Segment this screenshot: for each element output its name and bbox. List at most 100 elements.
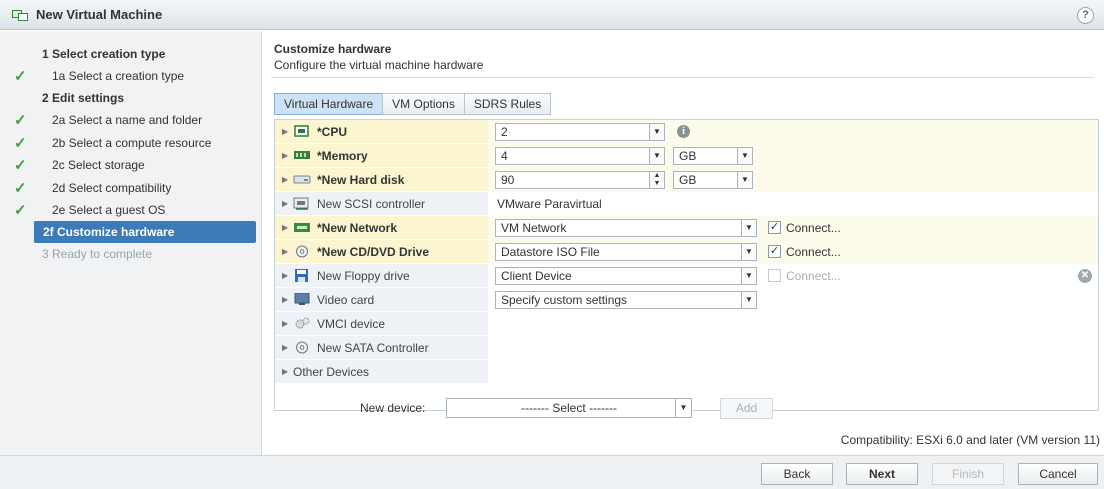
step-label: 1a Select a creation type — [52, 69, 185, 83]
step-2c-select-storage[interactable]: ✓ 2c Select storage — [0, 154, 262, 176]
network-connect-checkbox[interactable]: ✓ — [768, 221, 781, 234]
hw-row-header[interactable]: ▶ New SATA Controller — [275, 336, 488, 360]
cd-dvd-source-select[interactable]: Datastore ISO File ▼ — [495, 243, 757, 261]
hw-row-header[interactable]: ▶ *Memory — [275, 144, 488, 168]
hw-row-header[interactable]: ▶ Video card — [275, 288, 488, 312]
hw-row-cpu: ▶ *CPU 2 ▼ i — [275, 120, 1098, 144]
floppy-source-select[interactable]: Client Device ▼ — [495, 267, 757, 285]
memory-unit-select[interactable]: GB ▼ — [673, 147, 753, 165]
chevron-down-icon[interactable]: ▼ — [649, 148, 664, 164]
tab-sdrs-rules[interactable]: SDRS Rules — [463, 93, 552, 115]
chevron-down-icon[interactable]: ▼ — [741, 268, 756, 284]
chevron-down-icon[interactable]: ▼ — [675, 399, 691, 417]
step-2f-customize-hardware[interactable]: 2f Customize hardware — [34, 221, 256, 243]
hw-row-video-card: ▶ Video card Specify custom settings ▼ — [275, 288, 1098, 312]
monitor-icon — [293, 292, 311, 306]
hw-row-header[interactable]: ▶ *New CD/DVD Drive — [275, 240, 488, 264]
disk-size-stepper[interactable]: 90 ▲ ▼ — [495, 171, 665, 189]
hw-value-cell: Datastore ISO File ▼ ✓ Connect... — [488, 240, 1098, 264]
expand-arrow-icon[interactable]: ▶ — [275, 127, 289, 136]
chevron-down-icon[interactable]: ▼ — [737, 148, 752, 164]
hw-row-cd-dvd: ▶ *New CD/DVD Drive Datastore ISO File ▼… — [275, 240, 1098, 264]
checkmark-icon: ✓ — [14, 112, 27, 129]
step-2b-select-compute-resource[interactable]: ✓ 2b Select a compute resource — [0, 132, 262, 154]
step-2-edit-settings: 2 Edit settings — [0, 87, 262, 109]
chevron-down-icon[interactable]: ▼ — [741, 244, 756, 260]
hw-row-scsi-controller: ▶ New SCSI controller VMware Paravirtual — [275, 192, 1098, 216]
help-icon[interactable]: ? — [1077, 7, 1094, 24]
info-icon[interactable]: i — [677, 125, 690, 138]
cpu-count-select[interactable]: 2 ▼ — [495, 123, 665, 141]
virtual-hardware-table: ▶ *CPU 2 ▼ i ▶ *Memory 4 ▼ GB ▼ ▶ *New H… — [274, 119, 1099, 411]
add-device-button[interactable]: Add — [720, 398, 773, 419]
hw-value-cell: 4 ▼ GB ▼ — [488, 144, 1098, 168]
hw-name: VMCI device — [317, 316, 386, 331]
hw-value-cell — [488, 312, 1098, 336]
step-1a-select-creation-type[interactable]: ✓ 1a Select a creation type — [0, 65, 262, 87]
expand-arrow-icon[interactable]: ▶ — [275, 199, 289, 208]
hard-disk-icon — [293, 173, 311, 186]
floppy-icon — [293, 269, 311, 282]
step-label: 3 Ready to complete — [42, 247, 153, 261]
finish-button[interactable]: Finish — [932, 463, 1004, 485]
new-device-bar: New device: ------- Select ------- ▼ Add — [263, 397, 1104, 421]
next-button[interactable]: Next — [846, 463, 918, 485]
hw-row-header[interactable]: ▶ Other Devices — [275, 360, 488, 384]
expand-arrow-icon[interactable]: ▶ — [275, 295, 289, 304]
expand-arrow-icon[interactable]: ▶ — [275, 319, 289, 328]
page-title: Customize hardware — [274, 42, 392, 56]
chevron-down-icon[interactable]: ▼ — [741, 292, 756, 308]
cpu-icon — [293, 125, 311, 138]
hw-row-header[interactable]: ▶ *New Hard disk — [275, 168, 488, 192]
step-1-select-creation-type: 1 Select creation type — [0, 43, 262, 65]
memory-size-select[interactable]: 4 ▼ — [495, 147, 665, 165]
step-2e-select-guest-os[interactable]: ✓ 2e Select a guest OS — [0, 199, 262, 221]
memory-icon — [293, 149, 311, 162]
step-2a-select-name-folder[interactable]: ✓ 2a Select a name and folder — [0, 109, 262, 131]
stepper-value: 90 — [501, 173, 515, 187]
remove-device-icon[interactable]: ✕ — [1078, 269, 1092, 283]
chevron-down-icon[interactable]: ▼ — [741, 220, 756, 236]
hw-row-header[interactable]: ▶ *CPU — [275, 120, 488, 144]
chevron-down-icon[interactable]: ▼ — [737, 172, 752, 188]
expand-arrow-icon[interactable]: ▶ — [275, 343, 289, 352]
step-label: 2a Select a name and folder — [52, 113, 203, 127]
sata-controller-icon — [293, 341, 311, 354]
disk-unit-select[interactable]: GB ▼ — [673, 171, 753, 189]
hw-row-header[interactable]: ▶ New SCSI controller — [275, 192, 488, 216]
cancel-button[interactable]: Cancel — [1018, 463, 1098, 485]
network-select[interactable]: VM Network ▼ — [495, 219, 757, 237]
back-button[interactable]: Back — [761, 463, 833, 485]
expand-arrow-icon[interactable]: ▶ — [275, 271, 289, 280]
hw-row-header[interactable]: ▶ *New Network — [275, 216, 488, 240]
hw-row-header[interactable]: ▶ New Floppy drive — [275, 264, 488, 288]
expand-arrow-icon[interactable]: ▶ — [275, 367, 289, 376]
expand-arrow-icon[interactable]: ▶ — [275, 223, 289, 232]
expand-arrow-icon[interactable]: ▶ — [275, 175, 289, 184]
cd-dvd-connect-checkbox[interactable]: ✓ — [768, 245, 781, 258]
select-value: GB — [679, 149, 697, 163]
select-value: Specify custom settings — [501, 293, 628, 307]
tab-virtual-hardware[interactable]: Virtual Hardware — [274, 93, 383, 115]
hw-row-network: ▶ *New Network VM Network ▼ ✓ Connect... — [275, 216, 1098, 240]
checkmark-icon: ✓ — [14, 135, 27, 152]
floppy-connect-checkbox[interactable] — [768, 269, 781, 282]
chevron-down-icon[interactable]: ▼ — [649, 124, 664, 140]
select-value: 2 — [501, 125, 508, 139]
video-settings-select[interactable]: Specify custom settings ▼ — [495, 291, 757, 309]
expand-arrow-icon[interactable]: ▶ — [275, 247, 289, 256]
step-label: 2d Select compatibility — [52, 181, 172, 195]
new-device-label: New device: — [360, 401, 426, 415]
checkmark-icon: ✓ — [14, 68, 27, 85]
spin-arrows-icon[interactable]: ▲ ▼ — [649, 172, 664, 188]
hw-value-cell: Client Device ▼ Connect... ✕ — [488, 264, 1098, 288]
hw-name: *New CD/DVD Drive — [317, 244, 430, 259]
tab-vm-options[interactable]: VM Options — [382, 93, 464, 115]
step-2d-select-compatibility[interactable]: ✓ 2d Select compatibility — [0, 177, 262, 199]
new-device-select[interactable]: ------- Select ------- ▼ — [446, 398, 692, 418]
window-titlebar: New Virtual Machine ? — [0, 0, 1104, 30]
hw-row-header[interactable]: ▶ VMCI device — [275, 312, 488, 336]
connect-label: Connect... — [786, 269, 841, 283]
expand-arrow-icon[interactable]: ▶ — [275, 151, 289, 160]
hw-name: Video card — [317, 292, 375, 307]
